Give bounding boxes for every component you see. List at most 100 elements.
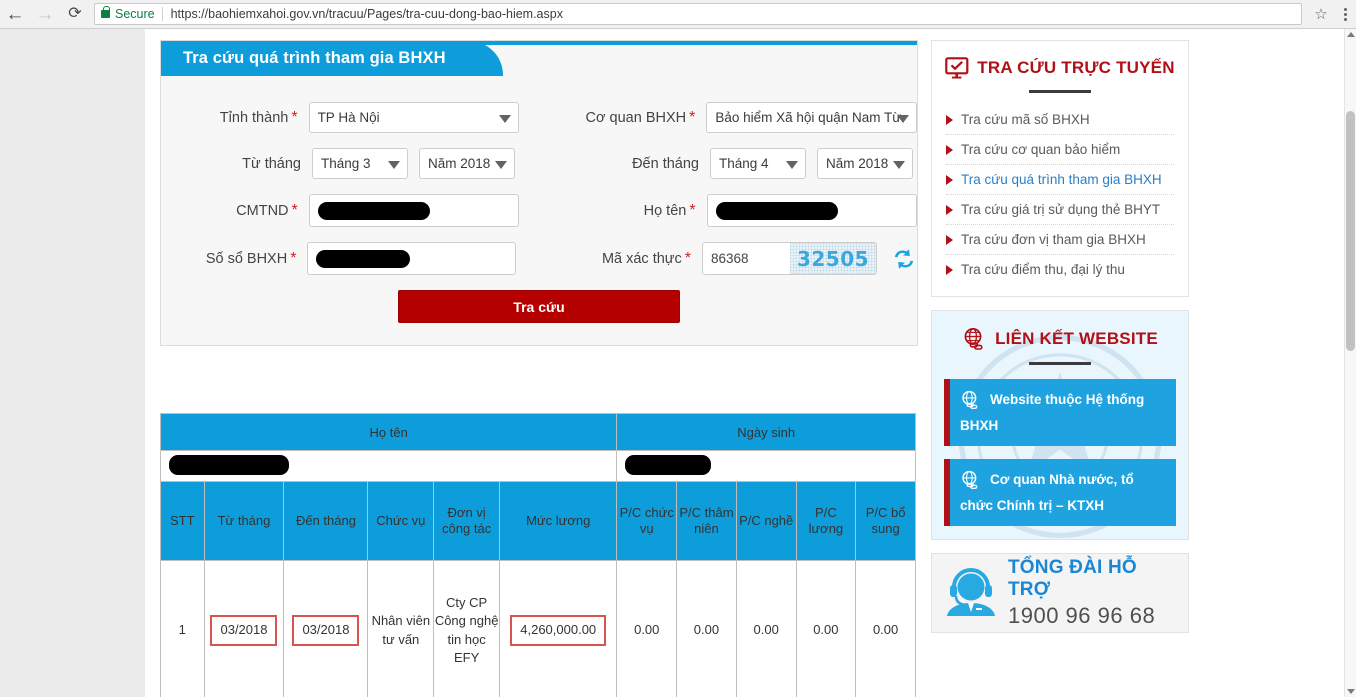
chevron-down-icon — [893, 160, 905, 169]
sidebar-item-don-vi-tham-gia[interactable]: Tra cứu đơn vị tham gia BHXH — [946, 225, 1174, 255]
agency-select[interactable]: Bảo hiểm Xã hội quận Nam Từ — [706, 102, 917, 133]
from-month-value: Tháng 3 — [321, 156, 371, 171]
required-mark: * — [689, 201, 696, 219]
column-header-row: STT Từ tháng Đến tháng Chức vụ Đơn vị cô… — [160, 481, 916, 561]
province-value: TP Hà Nội — [317, 110, 380, 125]
security-label: Secure — [115, 7, 155, 21]
to-month-value: Tháng 4 — [719, 156, 769, 171]
province-select[interactable]: TP Hà Nội — [308, 102, 520, 133]
bullet-arrow-icon — [946, 144, 953, 155]
to-month-label: Đến tháng — [632, 155, 699, 172]
search-button[interactable]: Tra cứu — [398, 290, 680, 323]
chevron-down-icon — [495, 160, 507, 169]
cell-pc-luong: 0.00 — [795, 560, 857, 697]
forward-arrow-icon[interactable]: → — [30, 0, 60, 28]
lock-icon — [101, 6, 110, 18]
chevron-down-icon — [896, 114, 909, 123]
captcha-field[interactable]: 86368 32505 — [702, 242, 877, 275]
cell-pc-bo-sung: 0.00 — [855, 560, 916, 697]
col-pc-bo-sung: P/C bổ sung — [855, 481, 916, 561]
col-salary: Mức lương — [499, 481, 618, 561]
hotline-number: 1900 96 96 68 — [1008, 603, 1156, 629]
required-mark: * — [291, 201, 298, 219]
sidebar-item-qua-trinh-tham-gia[interactable]: Tra cứu quá trình tham gia BHXH — [946, 165, 1174, 195]
redacted-value — [317, 201, 430, 220]
cell-pc-nghe: 0.00 — [735, 560, 797, 697]
headset-operator-icon — [942, 565, 1000, 622]
bullet-arrow-icon — [946, 114, 953, 125]
required-mark: * — [689, 108, 696, 126]
form-row-book-captcha: Số sổ BHXH * Mã xác thực * 86368 32505 — [161, 242, 917, 275]
sidebar-item-label: Tra cứu điểm thu, đại lý thu — [961, 262, 1125, 277]
to-month-highlight: 03/2018 — [292, 615, 360, 646]
link-button-label: Website thuộc Hệ thống BHXH — [960, 392, 1145, 433]
lookup-form-panel: Tra cứu quá trình tham gia BHXH Tỉnh thà… — [160, 40, 918, 346]
sidebar-item-label: Tra cứu mã số BHXH — [961, 112, 1090, 127]
reload-icon[interactable]: ⟳ — [60, 0, 90, 28]
bullet-arrow-icon — [946, 234, 953, 245]
captcha-input[interactable]: 86368 — [703, 251, 790, 266]
from-year-select[interactable]: Năm 2018 — [419, 148, 515, 179]
sidebar-item-co-quan-bao-hiem[interactable]: Tra cứu cơ quan bảo hiểm — [946, 135, 1174, 165]
lookup-menu-list: Tra cứu mã số BHXH Tra cứu cơ quan bảo h… — [932, 93, 1188, 296]
bookmark-star-icon[interactable]: ☆ — [1308, 0, 1334, 28]
page-content: Tra cứu quá trình tham gia BHXH Tỉnh thà… — [145, 29, 1345, 697]
page-scrollbar[interactable] — [1344, 29, 1356, 697]
sidebar-item-diem-thu[interactable]: Tra cứu điểm thu, đại lý thu — [946, 255, 1174, 284]
bullet-arrow-icon — [946, 174, 953, 185]
captcha-label: Mã xác thực — [601, 250, 682, 267]
link-button-he-thong-bhxh[interactable]: Website thuộc Hệ thống BHXH — [944, 379, 1176, 447]
to-year-select[interactable]: Năm 2018 — [817, 148, 913, 179]
person-name-header: Họ tên — [159, 413, 618, 451]
website-links-panel: LIÊN KẾT WEBSITE Website thuộc Hệ thống … — [931, 310, 1189, 541]
cell-stt: 1 — [160, 560, 205, 697]
link-button-co-quan-nha-nuoc[interactable]: Cơ quan Nhà nước, tổ chức Chính trị – KT… — [944, 459, 1176, 527]
chevron-down-icon — [786, 160, 798, 169]
cell-pc-chuc-vu: 0.00 — [616, 560, 678, 697]
main-column: Tra cứu quá trình tham gia BHXH Tỉnh thà… — [160, 40, 920, 346]
back-arrow-icon[interactable]: ← — [0, 0, 30, 28]
form-row-id-name: CMTND * Họ tên * — [161, 194, 917, 227]
page-title: Tra cứu quá trình tham gia BHXH — [183, 49, 446, 67]
to-year-value: Năm 2018 — [826, 156, 889, 171]
address-bar[interactable]: Secure https://baohiemxahoi.gov.vn/tracu… — [94, 3, 1302, 25]
refresh-captcha-icon[interactable] — [891, 246, 917, 272]
sidebar-item-ma-so-bhxh[interactable]: Tra cứu mã số BHXH — [946, 105, 1174, 135]
redacted-value — [316, 249, 411, 268]
title-divider — [1029, 362, 1091, 365]
bullet-arrow-icon — [946, 204, 953, 215]
full-name-input[interactable] — [706, 194, 917, 227]
col-to-month: Đến tháng — [283, 481, 369, 561]
online-lookup-panel: TRA CỨU TRỰC TUYẾN Tra cứu mã số BHXH Tr… — [931, 40, 1189, 297]
hotline-panel: TỔNG ĐÀI HỖ TRỢ 1900 96 96 68 — [931, 553, 1189, 634]
required-mark: * — [291, 108, 298, 126]
col-pc-tham-nien: P/C thâm niên — [676, 481, 737, 561]
sidebar-item-the-bhyt[interactable]: Tra cứu giá trị sử dụng thẻ BHYT — [946, 195, 1174, 225]
url-text: https://baohiemxahoi.gov.vn/tracuu/Pages… — [170, 7, 563, 21]
redacted-value — [169, 454, 289, 475]
form-row-province-agency: Tỉnh thành * TP Hà Nội Cơ quan BHXH * Bả… — [161, 102, 917, 133]
from-month-select[interactable]: Tháng 3 — [312, 148, 408, 179]
from-year-value: Năm 2018 — [428, 156, 491, 171]
omnibox-divider — [161, 7, 163, 21]
hotline-title: TỔNG ĐÀI HỖ TRỢ — [1008, 557, 1137, 601]
id-card-input[interactable] — [308, 194, 520, 227]
table-row: 1 03/2018 03/2018 Nhân viên tư vấn Cty C… — [160, 560, 916, 697]
cell-to-month: 03/2018 — [283, 560, 369, 697]
agency-label: Cơ quan BHXH — [585, 109, 687, 126]
scrollbar-thumb[interactable] — [1346, 111, 1355, 351]
lookup-panel-header: TRA CỨU TRỰC TUYẾN — [932, 41, 1188, 79]
book-number-input[interactable] — [307, 242, 517, 275]
col-from-month: Từ tháng — [203, 481, 285, 561]
to-month-select[interactable]: Tháng 4 — [710, 148, 806, 179]
person-name-value — [159, 450, 618, 482]
link-panel-title: LIÊN KẾT WEBSITE — [995, 329, 1158, 348]
full-name-label: Họ tên — [643, 202, 687, 219]
required-mark: * — [290, 249, 297, 267]
scroll-up-arrow-icon[interactable] — [1347, 32, 1355, 37]
scroll-down-arrow-icon[interactable] — [1347, 689, 1355, 694]
sidebar-item-label: Tra cứu cơ quan bảo hiểm — [961, 142, 1121, 157]
col-stt: STT — [160, 481, 205, 561]
person-header-row: Họ tên Ngày sinh — [159, 413, 916, 451]
three-dot-menu-icon[interactable] — [1334, 0, 1356, 28]
